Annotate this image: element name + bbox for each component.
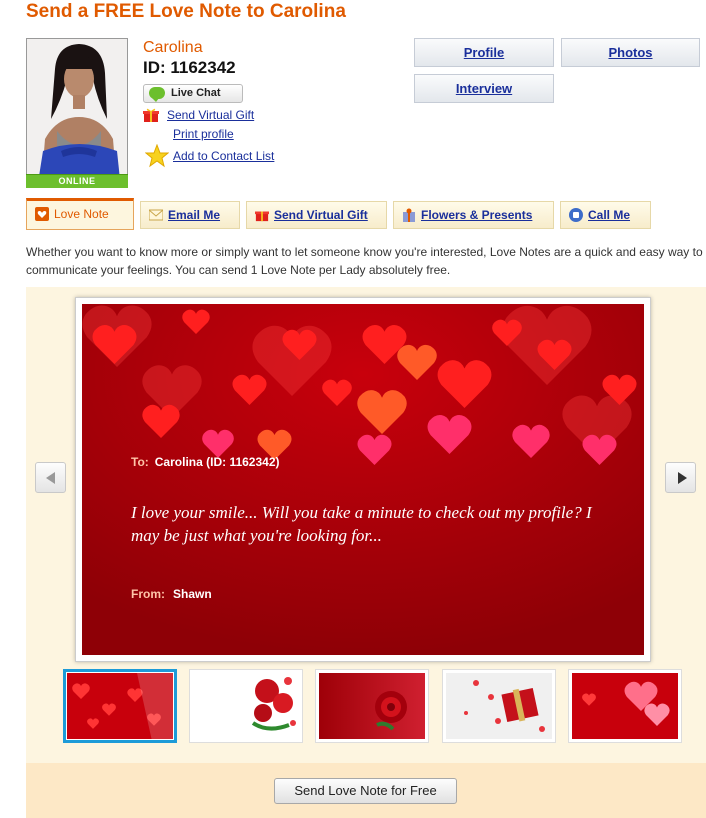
card-to-value: Carolina (ID: 1162342) <box>154 455 280 469</box>
previous-card-button[interactable] <box>35 462 66 493</box>
love-note-card-frame: To: Carolina (ID: 1162342) I love your sm… <box>75 297 651 662</box>
phone-icon <box>569 208 583 222</box>
love-note-card: To: Carolina (ID: 1162342) I love your sm… <box>82 304 644 655</box>
card-from-label: From: <box>131 587 165 601</box>
present-icon <box>403 208 415 222</box>
chat-bubble-icon <box>149 87 165 102</box>
intro-text: Whether you want to know more or simply … <box>26 245 703 277</box>
card-to-label: To: <box>131 455 149 469</box>
love-note-tab[interactable]: Love Note <box>26 198 134 230</box>
thumbnail-image <box>67 673 173 739</box>
send-virtual-gift-link[interactable]: Send Virtual Gift <box>167 108 254 122</box>
photos-tab[interactable]: Photos <box>561 38 700 67</box>
profile-photo[interactable] <box>26 38 128 188</box>
card-message: I love your smile... Will you take a min… <box>131 503 592 545</box>
send-love-note-button[interactable]: Send Love Note for Free <box>274 778 457 804</box>
gift-icon <box>143 108 159 122</box>
live-chat-label: Live Chat <box>171 87 221 99</box>
arrow-right-icon <box>678 472 687 484</box>
email-me-label: Email Me <box>168 208 221 222</box>
envelope-icon <box>149 209 163 221</box>
star-icon <box>145 144 169 168</box>
card-recipient: To: Carolina (ID: 1162342) <box>131 455 280 469</box>
thumbnail-image <box>446 673 552 739</box>
thumbnail-image <box>319 673 425 739</box>
online-badge: ONLINE <box>26 174 128 188</box>
flowers-presents-label: Flowers & Presents <box>421 208 533 222</box>
next-card-button[interactable] <box>665 462 696 493</box>
page-title: Send a FREE Love Note to Carolina <box>26 1 346 22</box>
send-virtual-gift-label: Send Virtual Gift <box>274 208 368 222</box>
gift-icon <box>255 211 269 222</box>
print-profile-link[interactable]: Print profile <box>173 127 234 141</box>
profile-id: ID: 1162342 <box>143 58 236 77</box>
thumbnail-glossy-hearts[interactable] <box>568 669 682 743</box>
arrow-left-icon <box>46 472 55 484</box>
live-chat-button[interactable]: Live Chat <box>143 84 243 103</box>
send-virtual-gift-tab[interactable]: Send Virtual Gift <box>246 201 387 229</box>
interview-tab[interactable]: Interview <box>414 74 554 103</box>
add-to-contact-list-link[interactable]: Add to Contact List <box>173 149 274 163</box>
heart-icon <box>35 207 49 221</box>
card-sender: From: Shawn <box>131 587 212 601</box>
call-me-tab[interactable]: Call Me <box>560 201 651 229</box>
thumbnail-image <box>572 673 678 739</box>
hearts-background <box>82 304 644 655</box>
flowers-presents-tab[interactable]: Flowers & Presents <box>393 201 554 229</box>
thumbnail-gift-box-hearts[interactable] <box>442 669 556 743</box>
thumbnail-image <box>193 673 299 739</box>
thumbnail-red-hearts[interactable] <box>63 669 177 743</box>
email-me-tab[interactable]: Email Me <box>140 201 240 229</box>
card-from-value: Shawn <box>173 587 212 601</box>
love-note-label: Love Note <box>54 207 109 221</box>
thumbnail-single-rose[interactable] <box>315 669 429 743</box>
profile-tab[interactable]: Profile <box>414 38 554 67</box>
profile-name: Carolina <box>143 39 203 56</box>
thumbnail-roses-on-white[interactable] <box>189 669 303 743</box>
call-me-label: Call Me <box>588 208 631 222</box>
